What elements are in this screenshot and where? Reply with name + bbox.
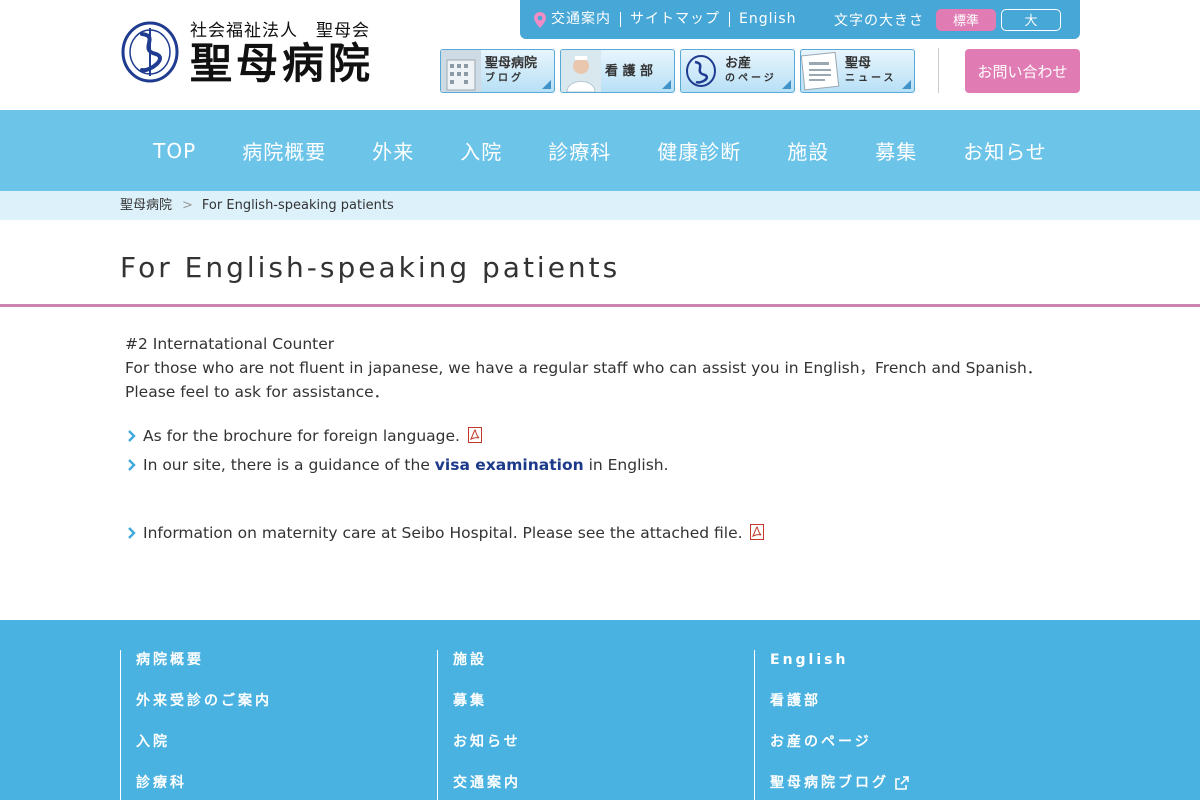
pdf-icon[interactable]: [750, 524, 765, 540]
footer-link-blog-row[interactable]: 聖母病院ブログ: [770, 773, 1071, 800]
footer-link-blog[interactable]: 聖母病院ブログ: [770, 773, 889, 793]
newsletter-icon: [801, 51, 840, 91]
chevron-right-icon: [128, 459, 136, 471]
breadcrumb-home[interactable]: 聖母病院: [120, 198, 172, 213]
font-size-standard-button[interactable]: 標準: [936, 8, 996, 31]
chevron-right-icon: [128, 430, 136, 442]
banner-title: お産: [725, 56, 752, 71]
info-list: As for the brochure for foreign language…: [125, 424, 1075, 545]
footer-column: 施設 募集 お知らせ 交通案内: [437, 650, 754, 800]
footer-link-nursing[interactable]: 看護部: [770, 691, 1071, 732]
title-area: For English-speaking patients: [0, 220, 1200, 307]
footer-link-recruit[interactable]: 募集: [453, 691, 754, 732]
nav-inpatient[interactable]: 入院: [460, 136, 502, 165]
list-item: As for the brochure for foreign language…: [125, 424, 1075, 448]
footer-link-facilities[interactable]: 施設: [453, 650, 754, 691]
chevron-right-icon: [128, 527, 136, 539]
hospital-building-icon: [441, 50, 481, 92]
nav-health-checkup[interactable]: 健康診断: [657, 136, 741, 165]
logo-subtitle: 社会福祉法人 聖母会: [190, 21, 370, 41]
nav-outpatient[interactable]: 外来: [372, 136, 414, 165]
logo-title: 聖母病院: [190, 39, 375, 88]
external-link-icon: [895, 776, 909, 790]
maternity-banner[interactable]: お産 のページ: [680, 49, 795, 93]
corner-arrow-icon: [662, 80, 671, 89]
visa-text-prefix: In our site, there is a guidance of the: [143, 456, 435, 474]
corner-arrow-icon: [782, 80, 791, 89]
breadcrumb-current: For English-speaking patients: [201, 198, 394, 213]
nav-about[interactable]: 病院概要: [242, 136, 326, 165]
footer-link-outpatient[interactable]: 外来受診のご案内: [136, 691, 437, 732]
font-size-large-button[interactable]: 大: [1001, 8, 1061, 31]
banner-links: 聖母病院 ブログ 看 護 部 お産 のページ 聖母 ニュース: [440, 49, 920, 93]
contact-button[interactable]: お問い合わせ: [965, 49, 1080, 93]
news-banner[interactable]: 聖母 ニュース: [800, 49, 915, 93]
banner-title: 聖母: [845, 56, 872, 71]
font-size-label: 文字の大きさ: [834, 12, 924, 29]
footer-link-news[interactable]: お知らせ: [453, 732, 754, 773]
nav-recruit[interactable]: 募集: [875, 136, 917, 165]
banner-subtitle: ブログ: [485, 73, 524, 84]
breadcrumb: 聖母病院 > For English-speaking patients: [0, 191, 1200, 220]
breadcrumb-separator: >: [182, 198, 193, 213]
sitemap-link[interactable]: サイトマップ: [621, 12, 730, 27]
nav-departments[interactable]: 診療科: [548, 136, 611, 165]
pdf-icon[interactable]: [467, 427, 482, 443]
site-logo[interactable]: 社会福祉法人 聖母会 聖母病院: [120, 16, 374, 87]
corner-arrow-icon: [902, 80, 911, 89]
footer-link-departments[interactable]: 診療科: [136, 773, 437, 800]
footer-column: 病院概要 外来受診のご案内 入院 診療科: [120, 650, 437, 800]
counter-description: For those who are not fluent in japanese…: [125, 359, 1043, 401]
maternity-info-text: Information on maternity care at Seibo H…: [143, 524, 743, 542]
english-link[interactable]: English: [730, 12, 806, 27]
banner-title: 聖母病院: [485, 56, 538, 71]
visa-examination-link[interactable]: visa examination: [435, 456, 584, 474]
blog-banner[interactable]: 聖母病院 ブログ: [440, 49, 555, 93]
brochure-text: As for the brochure for foreign language…: [143, 427, 460, 445]
footer-link-access[interactable]: 交通案内: [453, 773, 754, 800]
main-content: #2 Internatational Counter For those who…: [120, 307, 1080, 620]
site-footer: 病院概要 外来受診のご案内 入院 診療科 施設 募集 お知らせ 交通案内 Eng…: [0, 620, 1200, 800]
footer-link-maternity[interactable]: お産のページ: [770, 732, 1071, 773]
nursing-banner[interactable]: 看 護 部: [560, 49, 675, 93]
nav-facilities[interactable]: 施設: [787, 136, 829, 165]
list-item: In our site, there is a guidance of the …: [125, 453, 1075, 477]
nav-news[interactable]: お知らせ: [963, 136, 1047, 165]
footer-column: English 看護部 お産のページ 聖母病院ブログ: [754, 650, 1071, 800]
global-nav: TOP 病院概要 外来 入院 診療科 健康診断 施設 募集 お知らせ: [0, 110, 1200, 191]
maternity-emblem-icon: [686, 55, 716, 87]
map-pin-icon: [534, 11, 546, 28]
page-title: For English-speaking patients: [120, 251, 621, 284]
visa-text-suffix: in English.: [583, 456, 669, 474]
nurse-photo-icon: [561, 50, 601, 92]
banner-subtitle: のページ: [725, 73, 777, 84]
seibo-emblem-icon: [121, 21, 179, 82]
nav-top[interactable]: TOP: [153, 139, 196, 163]
footer-link-inpatient[interactable]: 入院: [136, 732, 437, 773]
footer-link-about[interactable]: 病院概要: [136, 650, 437, 691]
utility-bar: 交通案内 サイトマップ English 文字の大きさ 標準 大: [520, 0, 1080, 39]
banner-title: 看 護 部: [605, 63, 654, 79]
font-size-switcher: 文字の大きさ 標準 大: [834, 8, 1061, 31]
counter-heading: #2 Internatational Counter: [125, 335, 335, 353]
access-link[interactable]: 交通案内: [551, 12, 621, 27]
header-divider: [938, 48, 939, 93]
site-header: 社会福祉法人 聖母会 聖母病院 交通案内 サイトマップ English 文字の大…: [0, 0, 1200, 110]
list-item: Information on maternity care at Seibo H…: [125, 521, 1075, 545]
corner-arrow-icon: [542, 80, 551, 89]
banner-subtitle: ニュース: [845, 73, 897, 84]
footer-link-english[interactable]: English: [770, 650, 1071, 691]
